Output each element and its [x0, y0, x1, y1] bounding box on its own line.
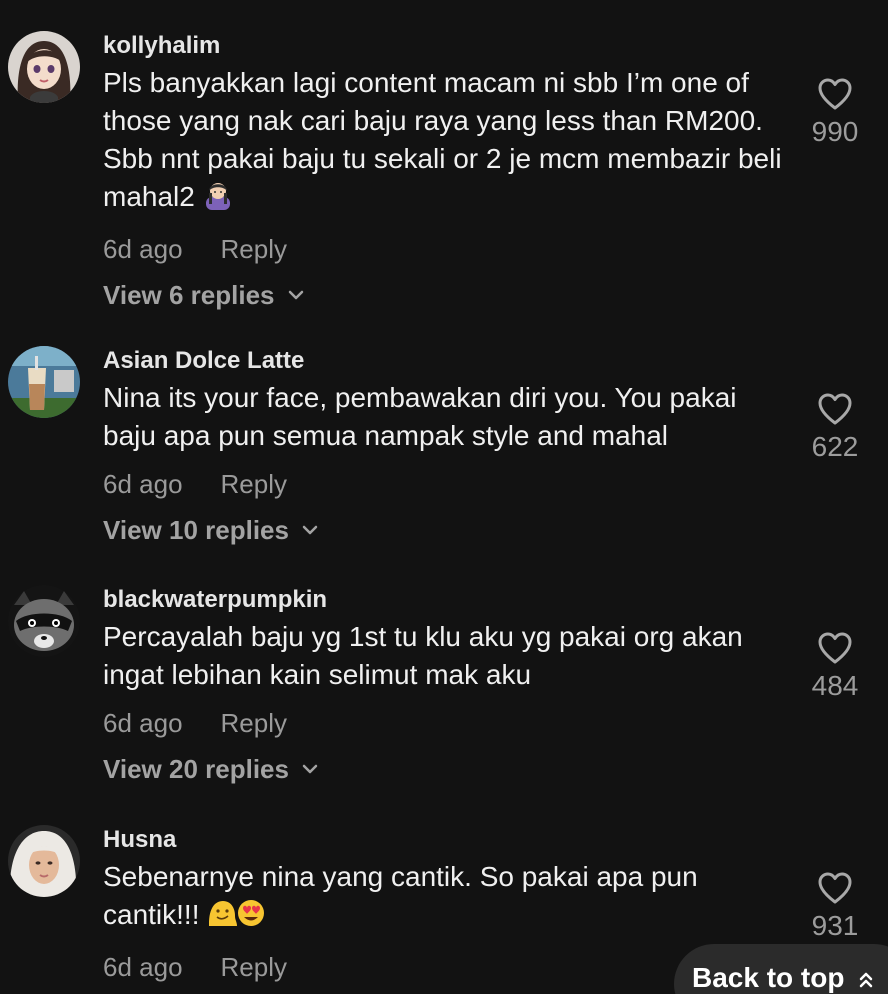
like-count: 931 [811, 910, 859, 941]
heart-icon [818, 632, 852, 664]
double-chevron-up-icon [860, 972, 873, 988]
like-button[interactable]: 990 [792, 77, 878, 149]
chevron-down-icon [288, 290, 303, 300]
comment-body: kollyhalim Pls banyakkan lagi content ma… [103, 30, 783, 313]
chevron-down-icon [302, 764, 318, 774]
avatar[interactable] [8, 825, 80, 897]
like-count: 990 [811, 116, 859, 147]
like-count: 622 [811, 431, 859, 462]
anime-girl-avatar-icon [8, 31, 80, 103]
comment-time: 6d ago [103, 469, 183, 499]
reply-button[interactable]: Reply [221, 234, 287, 264]
comment-body: blackwaterpumpkin Percayalah baju yg 1st… [103, 584, 783, 787]
comment-meta: 6d ago Reply [103, 466, 783, 502]
comments-page: kollyhalim Pls banyakkan lagi content ma… [0, 0, 888, 994]
reply-button[interactable]: Reply [221, 469, 287, 499]
comment-text: Pls banyakkan lagi content macam ni sbb … [103, 64, 783, 220]
view-replies-label: View 6 replies [103, 280, 275, 310]
view-replies-button[interactable]: View 10 replies [103, 512, 783, 548]
comment-time: 6d ago [103, 708, 183, 738]
avatar[interactable] [8, 346, 80, 418]
comment-username[interactable]: Asian Dolce Latte [103, 345, 783, 377]
comment-meta: 6d ago Reply [103, 705, 783, 741]
heart-icon [818, 872, 852, 904]
iced-latte-avatar-icon [8, 346, 80, 418]
comment-username[interactable]: blackwaterpumpkin [103, 584, 783, 616]
back-to-top-label: Back to top [692, 962, 845, 993]
comment-text: Sebenarnye nina yang cantik. So pakai ap… [103, 858, 783, 938]
like-button[interactable]: 484 [792, 631, 878, 703]
heart-icon [818, 393, 852, 425]
comment-text-content: Sebenarnye nina yang cantik. So pakai ap… [103, 861, 698, 930]
heart-icon [818, 78, 852, 110]
comment-text: Nina its your face, pembawakan diri you.… [103, 382, 737, 451]
comment-body: Asian Dolce Latte Nina its your face, pe… [103, 345, 783, 548]
view-replies-label: View 10 replies [103, 515, 289, 545]
comment-username[interactable]: kollyhalim [103, 30, 783, 62]
comment-username[interactable]: Husna [103, 824, 783, 856]
like-button[interactable]: 622 [792, 392, 878, 464]
chevron-down-icon [302, 525, 318, 535]
reply-button[interactable]: Reply [221, 708, 287, 738]
like-count: 484 [811, 670, 859, 701]
comment-time: 6d ago [103, 234, 183, 264]
view-replies-button[interactable]: View 6 replies [103, 277, 783, 313]
back-to-top-button[interactable]: Back to top [674, 944, 888, 994]
comment-time: 6d ago [103, 952, 183, 982]
view-replies-button[interactable]: View 20 replies [103, 751, 783, 787]
reply-button[interactable]: Reply [221, 952, 287, 982]
view-replies-label: View 20 replies [103, 754, 289, 784]
raccoon-avatar-icon [8, 585, 80, 657]
comment-text: Percayalah baju yg 1st tu klu aku yg pak… [103, 621, 743, 690]
melting-face-and-heart-eyes-emoji-icon [207, 898, 265, 938]
like-button[interactable]: 931 [792, 871, 878, 943]
woman-gesturing-emoji-icon [203, 180, 233, 220]
avatar[interactable] [8, 31, 80, 103]
avatar[interactable] [8, 585, 80, 657]
hijab-woman-avatar-icon [8, 825, 80, 897]
comment-meta: 6d ago Reply [103, 231, 783, 267]
